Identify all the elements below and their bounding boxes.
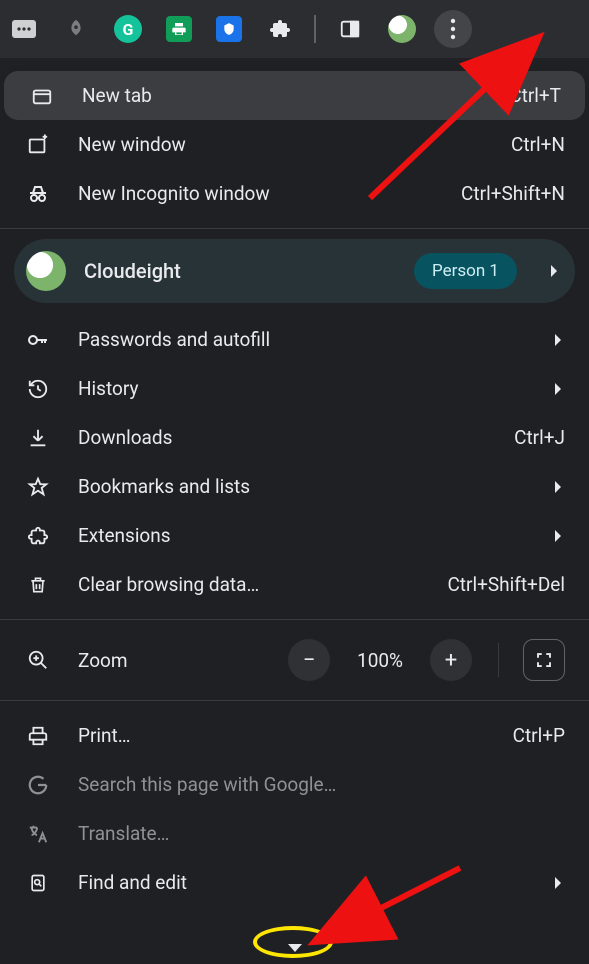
chrome-main-menu: New tab Ctrl+T New window Ctrl+N New Inc… bbox=[0, 65, 589, 964]
chevron-right-icon bbox=[551, 529, 565, 543]
menu-separator bbox=[0, 700, 589, 701]
side-panel-icon[interactable] bbox=[336, 15, 364, 43]
menu-item-shortcut: Ctrl+J bbox=[514, 426, 565, 449]
grammarly-icon[interactable]: G bbox=[114, 15, 142, 43]
menu-overflow-arrow[interactable] bbox=[288, 944, 302, 952]
trash-icon bbox=[16, 574, 60, 596]
menu-item-shortcut: Ctrl+T bbox=[509, 84, 561, 107]
zoom-divider bbox=[498, 643, 499, 677]
avatar-icon bbox=[26, 251, 66, 291]
menu-zoom: Zoom − 100% + bbox=[0, 630, 589, 690]
chevron-right-icon bbox=[551, 876, 565, 890]
menu-item-label: New tab bbox=[82, 84, 491, 107]
menu-item-label: Translate… bbox=[78, 822, 565, 845]
print-extension-icon[interactable] bbox=[166, 16, 192, 42]
more-menu-button[interactable] bbox=[434, 10, 472, 48]
chevron-right-icon bbox=[551, 382, 565, 396]
menu-item-shortcut: Ctrl+P bbox=[513, 724, 565, 747]
download-icon bbox=[16, 427, 60, 449]
menu-item-label: Bookmarks and lists bbox=[78, 475, 523, 498]
menu-item-label: Find and edit bbox=[78, 871, 523, 894]
menu-new-window[interactable]: New window Ctrl+N bbox=[0, 120, 589, 169]
menu-item-label: New window bbox=[78, 133, 493, 156]
profile-name: Cloudeight bbox=[84, 259, 396, 283]
chevron-right-icon bbox=[549, 264, 559, 278]
translate-icon bbox=[16, 823, 60, 845]
menu-item-label: Print… bbox=[78, 724, 495, 747]
annotation-ellipse bbox=[253, 926, 333, 958]
browser-toolbar: G bbox=[0, 0, 589, 58]
menu-extensions[interactable]: Extensions bbox=[0, 511, 589, 560]
menu-item-label: Downloads bbox=[78, 426, 496, 449]
menu-incognito[interactable]: New Incognito window Ctrl+Shift+N bbox=[0, 169, 589, 218]
zoom-label: Zoom bbox=[78, 649, 270, 672]
google-icon bbox=[16, 774, 60, 796]
privacy-extension-icon[interactable] bbox=[216, 16, 242, 42]
menu-item-label: Clear browsing data… bbox=[78, 573, 429, 596]
profile-badge: Person 1 bbox=[414, 253, 517, 289]
extension-ellipsis-icon[interactable] bbox=[10, 15, 38, 43]
chevron-right-icon bbox=[551, 333, 565, 347]
menu-separator bbox=[0, 228, 589, 229]
menu-new-tab[interactable]: New tab Ctrl+T bbox=[4, 71, 585, 120]
profile-avatar-icon[interactable] bbox=[388, 15, 416, 43]
menu-item-label: Search this page with Google… bbox=[78, 773, 565, 796]
incognito-icon bbox=[16, 182, 60, 206]
print-icon bbox=[16, 725, 60, 747]
menu-passwords[interactable]: Passwords and autofill bbox=[0, 315, 589, 364]
menu-item-label: New Incognito window bbox=[78, 182, 443, 205]
menu-downloads[interactable]: Downloads Ctrl+J bbox=[0, 413, 589, 462]
history-icon bbox=[16, 378, 60, 400]
zoom-icon bbox=[16, 649, 60, 671]
menu-item-shortcut: Ctrl+Shift+N bbox=[461, 182, 565, 205]
menu-bookmarks[interactable]: Bookmarks and lists bbox=[0, 462, 589, 511]
puzzle-icon bbox=[16, 525, 60, 547]
menu-clear-data[interactable]: Clear browsing data… Ctrl+Shift+Del bbox=[0, 560, 589, 609]
menu-search-google[interactable]: Search this page with Google… bbox=[0, 760, 589, 809]
zoom-in-button[interactable]: + bbox=[430, 639, 472, 681]
menu-print[interactable]: Print… Ctrl+P bbox=[0, 711, 589, 760]
menu-translate[interactable]: Translate… bbox=[0, 809, 589, 858]
extensions-puzzle-icon[interactable] bbox=[266, 15, 294, 43]
star-icon bbox=[16, 476, 60, 498]
menu-item-shortcut: Ctrl+Shift+Del bbox=[447, 573, 565, 596]
menu-item-shortcut: Ctrl+N bbox=[511, 133, 565, 156]
menu-item-label: Extensions bbox=[78, 524, 523, 547]
find-icon bbox=[16, 871, 60, 895]
menu-find-edit[interactable]: Find and edit bbox=[0, 858, 589, 907]
zoom-out-button[interactable]: − bbox=[288, 639, 330, 681]
menu-item-label: Passwords and autofill bbox=[78, 328, 523, 351]
menu-profile[interactable]: Cloudeight Person 1 bbox=[14, 239, 575, 303]
rocket-icon[interactable] bbox=[62, 15, 90, 43]
window-plus-icon bbox=[16, 134, 60, 156]
menu-history[interactable]: History bbox=[0, 364, 589, 413]
key-icon bbox=[16, 328, 60, 352]
fullscreen-button[interactable] bbox=[523, 639, 565, 681]
zoom-value: 100% bbox=[348, 649, 412, 672]
tab-icon bbox=[20, 85, 64, 107]
menu-item-label: History bbox=[78, 377, 523, 400]
toolbar-divider bbox=[314, 15, 316, 43]
chevron-right-icon bbox=[551, 480, 565, 494]
menu-separator bbox=[0, 619, 589, 620]
